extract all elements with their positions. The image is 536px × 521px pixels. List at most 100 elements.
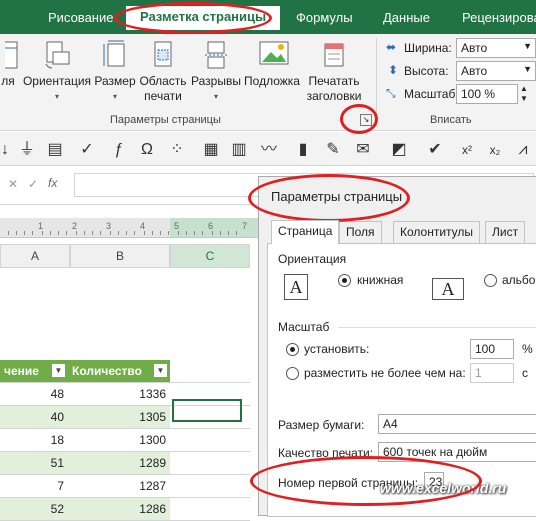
- tab-page-layout[interactable]: Разметка страницы: [126, 6, 281, 30]
- orientation-icon: [44, 40, 70, 70]
- tab-sheet[interactable]: Лист: [485, 221, 526, 243]
- filter-dropdown-icon[interactable]: ▼: [52, 364, 65, 377]
- superscript-icon[interactable]: x²: [456, 139, 478, 161]
- portrait-radio[interactable]: [338, 274, 351, 287]
- fit-scale-spinner[interactable]: 100 %: [456, 84, 518, 104]
- sparkline-icon[interactable]: ⩘: [512, 139, 534, 161]
- active-cell-selection[interactable]: [172, 399, 242, 422]
- fit-pages-spinner[interactable]: 1: [470, 363, 514, 383]
- page-setup-dialog: Параметры страницы Страница Поля Колонти…: [258, 176, 536, 517]
- table-header-value: чение: [4, 364, 39, 378]
- arrow-down-icon[interactable]: ↓: [0, 139, 16, 161]
- ruler-tick: [32, 231, 33, 235]
- tab-header-footer[interactable]: Колонтитулы: [393, 221, 481, 243]
- fit-pages-value: 1: [475, 366, 482, 380]
- ruler-tick: [152, 231, 153, 235]
- subscript-icon[interactable]: x₂: [484, 139, 506, 161]
- chart-icon[interactable]: ◩: [388, 139, 410, 161]
- table-cell[interactable]: 1287: [68, 475, 170, 497]
- table-icon[interactable]: ▥: [228, 139, 250, 161]
- pivot-icon[interactable]: ▦: [200, 139, 222, 161]
- page-setup-launcher-icon[interactable]: ↘: [360, 114, 372, 126]
- table-cell[interactable]: 48: [0, 383, 68, 405]
- scatter-icon[interactable]: ⁘: [166, 139, 188, 161]
- fit-width-select[interactable]: Авто ▼: [456, 38, 536, 58]
- scale-heading: Масштаб: [278, 320, 330, 334]
- paint-icon[interactable]: ✎: [322, 139, 344, 161]
- table-cell[interactable]: 18: [0, 429, 68, 451]
- table-cell[interactable]: 1305: [68, 406, 170, 428]
- cancel-icon[interactable]: ✕: [8, 177, 18, 191]
- scale-fit-radio[interactable]: [286, 367, 299, 380]
- column-header-b[interactable]: B: [70, 244, 170, 268]
- print-quality-select[interactable]: 600 точек на дюйм: [378, 442, 536, 462]
- fit-height-label: Высота:: [404, 64, 449, 78]
- scale-set-radio[interactable]: [286, 343, 299, 356]
- ruler-tick: [186, 231, 187, 235]
- ruler-tick: [118, 231, 119, 235]
- paper-size-label: Размер бумаги:: [278, 418, 365, 432]
- ruler-tick: [144, 231, 145, 235]
- height-icon: ⬍: [388, 63, 399, 77]
- group-label-page-setup: Параметры страницы: [110, 114, 221, 126]
- tab-draw[interactable]: Рисование: [48, 10, 113, 25]
- bar-chart-icon[interactable]: ▮: [292, 139, 314, 161]
- table-header-cell[interactable]: чение ▼: [0, 360, 68, 382]
- orientation-button[interactable]: Ориентация ▾: [22, 40, 92, 104]
- function-icon[interactable]: ƒ: [108, 139, 130, 161]
- fit-height-value: Авто: [461, 64, 488, 78]
- omega-icon[interactable]: Ω: [136, 139, 158, 161]
- table-header-cell[interactable]: Количество ▼: [68, 360, 170, 382]
- tab-page[interactable]: Страница: [271, 220, 340, 244]
- scale-percent-spinner[interactable]: 100: [470, 339, 514, 359]
- format-icon[interactable]: ▤: [44, 139, 66, 161]
- table-row: 7 1287: [0, 475, 250, 498]
- check-icon[interactable]: ✔: [424, 139, 446, 161]
- filter-icon[interactable]: ⏚: [16, 139, 38, 161]
- ribbon-tab-bar: Рисование Разметка страницы Формулы Данн…: [0, 0, 536, 34]
- confirm-icon[interactable]: ✓: [28, 177, 38, 191]
- table-cell[interactable]: 52: [0, 498, 68, 520]
- table-cell[interactable]: 40: [0, 406, 68, 428]
- landscape-radio[interactable]: [484, 274, 497, 287]
- comment-icon[interactable]: ✉: [352, 139, 374, 161]
- fit-width-label: Ширина:: [404, 41, 452, 55]
- margins-button[interactable]: ля: [0, 40, 18, 89]
- ruler-tick: [42, 231, 43, 235]
- spinner-arrows-icon[interactable]: ▲ ▼: [520, 84, 528, 104]
- ruler-tick: [236, 231, 237, 235]
- table-cell[interactable]: 1289: [68, 452, 170, 474]
- spellcheck-icon[interactable]: ✓: [76, 139, 98, 161]
- column-header-a[interactable]: A: [0, 244, 70, 268]
- table-cell[interactable]: 51: [0, 452, 68, 474]
- breaks-icon: [203, 40, 229, 70]
- ruler-tick: [8, 231, 9, 235]
- tab-formulas[interactable]: Формулы: [296, 10, 353, 25]
- column-header-c[interactable]: C: [170, 244, 250, 268]
- table-cell[interactable]: 1300: [68, 429, 170, 451]
- table-cell[interactable]: 7: [0, 475, 68, 497]
- tab-review[interactable]: Рецензирова: [462, 10, 536, 25]
- fit-height-select[interactable]: Авто ▼: [456, 61, 536, 81]
- tab-margins[interactable]: Поля: [339, 221, 382, 243]
- filter-dropdown-icon[interactable]: ▼: [154, 364, 167, 377]
- fit-width-value: Авто: [461, 41, 488, 55]
- print-area-button[interactable]: Область печати: [136, 40, 190, 104]
- orientation-heading: Ориентация: [278, 252, 347, 266]
- horizontal-ruler: 1 2 3 4 5 6 7: [0, 218, 260, 238]
- breaks-button[interactable]: Разрывы ▾: [190, 40, 242, 104]
- portrait-page-icon: A: [284, 274, 308, 300]
- table-cell[interactable]: 1336: [68, 383, 170, 405]
- ruler-tick: [76, 231, 77, 235]
- paper-size-select[interactable]: A4: [378, 414, 536, 434]
- insert-function-button[interactable]: fx: [48, 176, 57, 190]
- line-chart-icon[interactable]: 〰: [258, 139, 280, 161]
- print-titles-button[interactable]: Печатать заголовки: [302, 40, 366, 104]
- landscape-page-icon: A: [432, 278, 464, 300]
- size-button[interactable]: Размер ▾: [94, 40, 136, 104]
- tab-data[interactable]: Данные: [383, 10, 430, 25]
- ruler-number: 4: [140, 221, 146, 231]
- ruler-tick: [110, 231, 111, 235]
- background-button[interactable]: Подложка: [242, 40, 302, 89]
- table-cell[interactable]: 1286: [68, 498, 170, 520]
